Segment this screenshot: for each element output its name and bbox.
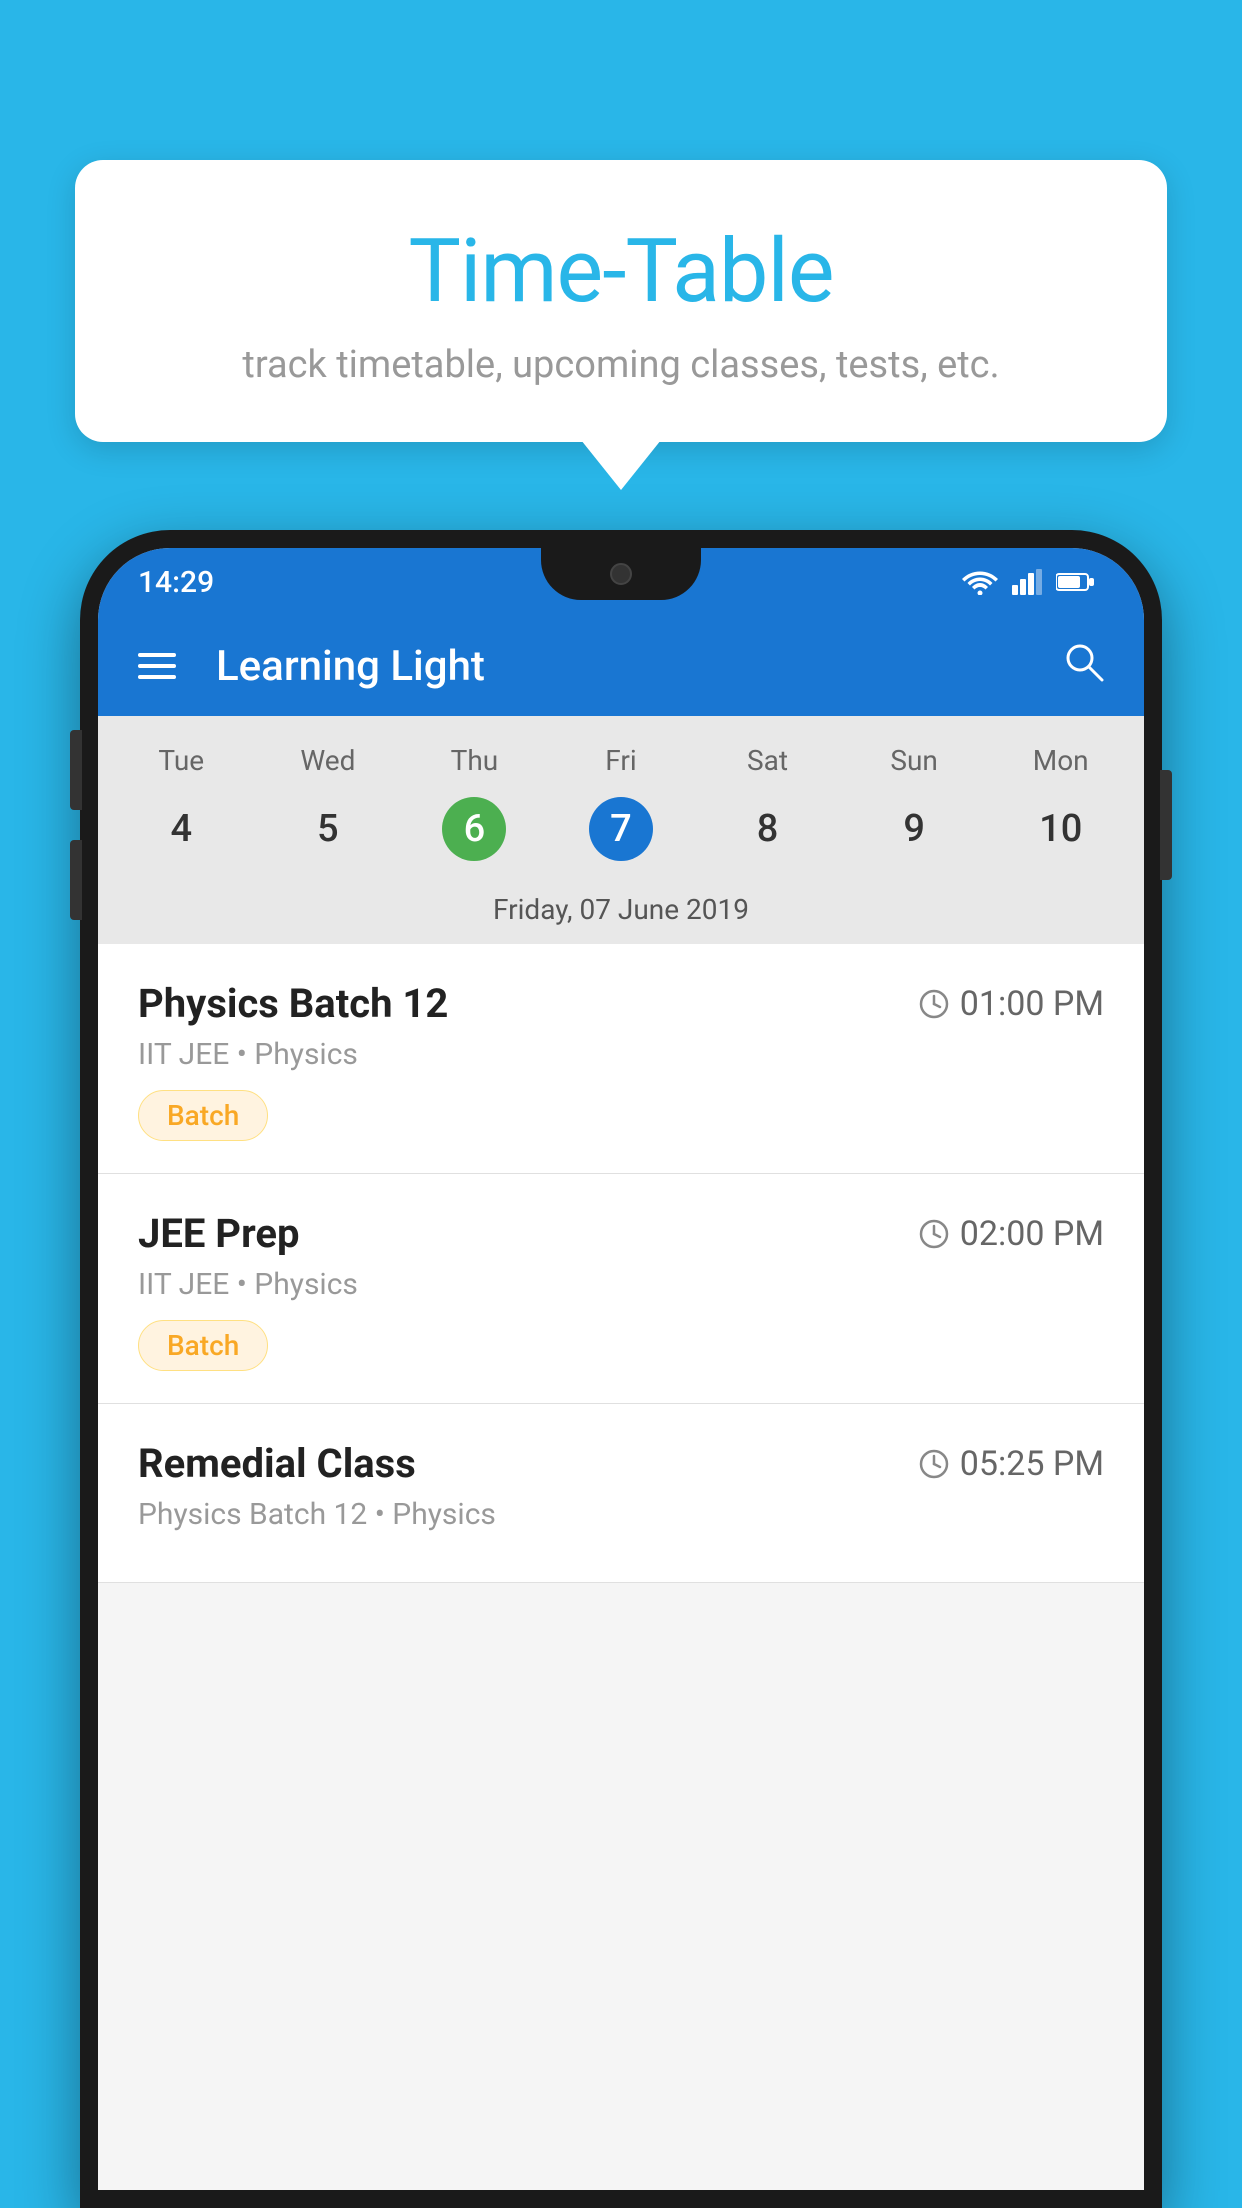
- tooltip-card: Time-Table track timetable, upcoming cla…: [75, 160, 1167, 442]
- tooltip-subtitle: track timetable, upcoming classes, tests…: [145, 343, 1097, 387]
- schedule-item-3[interactable]: Remedial Class 05:25 PM Physics Batch 12…: [98, 1404, 1144, 1583]
- battery-icon: [1056, 571, 1094, 593]
- hamburger-menu-icon[interactable]: [138, 653, 176, 679]
- volume-up-button[interactable]: [70, 730, 82, 810]
- schedule-item-2-meta: IIT JEE • Physics: [138, 1267, 1104, 1302]
- schedule-item-2-time: 02:00 PM: [918, 1214, 1104, 1254]
- clock-icon-1: [918, 988, 950, 1020]
- phone-screen: 14:29: [98, 548, 1144, 2190]
- day-header-thu: Thu: [401, 736, 548, 785]
- schedule-item-3-title: Remedial Class: [138, 1440, 416, 1487]
- date-9[interactable]: 9: [841, 795, 988, 863]
- tooltip-title: Time-Table: [145, 220, 1097, 323]
- schedule-item-2-title: JEE Prep: [138, 1210, 299, 1257]
- date-8[interactable]: 8: [694, 795, 841, 863]
- phone-notch: [541, 548, 701, 600]
- power-button[interactable]: [1160, 770, 1172, 880]
- schedule-item-1-header: Physics Batch 12 01:00 PM: [138, 980, 1104, 1027]
- schedule-item-2-header: JEE Prep 02:00 PM: [138, 1210, 1104, 1257]
- schedule-list: Physics Batch 12 01:00 PM IIT JEE • Phys…: [98, 944, 1144, 1583]
- clock-icon-2: [918, 1218, 950, 1250]
- day-header-tue: Tue: [108, 736, 255, 785]
- batch-badge-1: Batch: [138, 1090, 268, 1141]
- date-7-selected[interactable]: 7: [589, 797, 653, 861]
- date-6-today[interactable]: 6: [442, 797, 506, 861]
- schedule-item-2[interactable]: JEE Prep 02:00 PM IIT JEE • Physics Batc…: [98, 1174, 1144, 1404]
- day-headers: Tue Wed Thu Fri Sat Sun Mon: [98, 736, 1144, 785]
- app-title: Learning Light: [216, 642, 1032, 691]
- schedule-item-3-meta: Physics Batch 12 • Physics: [138, 1497, 1104, 1532]
- camera-dot: [610, 563, 632, 585]
- day-header-sun: Sun: [841, 736, 988, 785]
- phone-shell: 14:29: [80, 530, 1162, 2208]
- app-bar: Learning Light: [98, 616, 1144, 716]
- schedule-item-1[interactable]: Physics Batch 12 01:00 PM IIT JEE • Phys…: [98, 944, 1144, 1174]
- volume-down-button[interactable]: [70, 840, 82, 920]
- schedule-item-1-meta: IIT JEE • Physics: [138, 1037, 1104, 1072]
- signal-icon: [1012, 569, 1042, 595]
- day-header-mon: Mon: [987, 736, 1134, 785]
- schedule-item-1-time: 01:00 PM: [918, 984, 1104, 1024]
- clock-icon-3: [918, 1448, 950, 1480]
- wifi-icon: [962, 569, 998, 595]
- day-header-fri: Fri: [548, 736, 695, 785]
- schedule-item-3-header: Remedial Class 05:25 PM: [138, 1440, 1104, 1487]
- batch-badge-2: Batch: [138, 1320, 268, 1371]
- day-numbers: 4 5 6 7 8 9 10: [98, 785, 1144, 883]
- schedule-item-3-time: 05:25 PM: [918, 1444, 1104, 1484]
- day-header-wed: Wed: [255, 736, 402, 785]
- selected-date-label: Friday, 07 June 2019: [98, 883, 1144, 944]
- calendar-strip: Tue Wed Thu Fri Sat Sun Mon 4 5 6 7 8 9 …: [98, 716, 1144, 944]
- search-button[interactable]: [1062, 640, 1104, 692]
- date-10[interactable]: 10: [987, 795, 1134, 863]
- date-5[interactable]: 5: [255, 795, 402, 863]
- day-header-sat: Sat: [694, 736, 841, 785]
- status-time: 14:29: [138, 565, 214, 600]
- date-4[interactable]: 4: [108, 795, 255, 863]
- schedule-item-1-title: Physics Batch 12: [138, 980, 448, 1027]
- status-icons: [962, 569, 1094, 595]
